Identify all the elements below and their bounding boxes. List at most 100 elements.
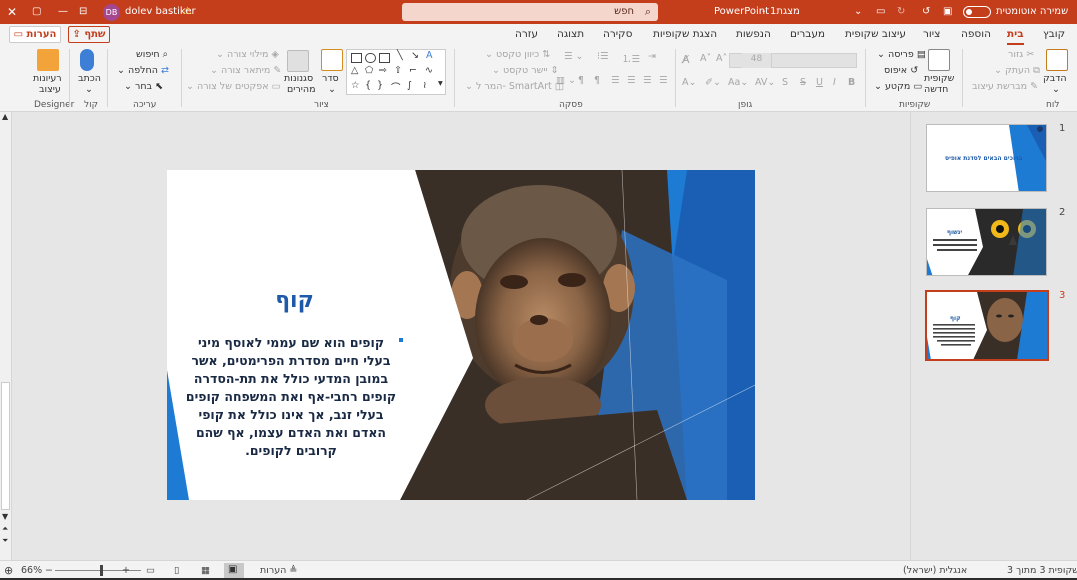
quick-styles-label-2[interactable]: מהירים <box>287 84 316 95</box>
text-direction-button[interactable]: ⌄ כיוון טקסט ⇅ <box>485 49 550 60</box>
scrollbar-thumb[interactable] <box>1 382 10 510</box>
smartart-button[interactable]: ⌄ המר ל- SmartArt ◫ <box>465 81 564 92</box>
tab-design[interactable]: עיצוב שקופית <box>845 24 906 45</box>
center-icon[interactable]: ☰ <box>643 75 652 86</box>
arrange-label[interactable]: סדר <box>322 73 339 84</box>
line-spacing-icon[interactable]: ☰ ⌄ <box>564 51 584 62</box>
tab-transitions[interactable]: מעברים <box>790 24 825 45</box>
tab-home[interactable]: בית <box>1007 24 1024 45</box>
copy-button[interactable]: ⌄ העתק ⧉ <box>994 65 1040 76</box>
elbow-connector-icon[interactable]: ⌐ <box>409 65 417 76</box>
select-button[interactable]: ⌄ בחר ⬉ <box>124 81 163 92</box>
tab-draw[interactable]: ציור <box>923 24 940 45</box>
autosave-toggle[interactable] <box>963 6 991 18</box>
minimize-icon[interactable]: — <box>58 0 68 24</box>
tab-animations[interactable]: הנפשות <box>736 24 771 45</box>
zoom-slider-thumb[interactable] <box>100 565 103 576</box>
paste-dropdown-icon[interactable]: ⌄ <box>1052 84 1060 95</box>
format-painter-button[interactable]: מברשת עיצוב ✎ <box>972 81 1038 92</box>
ribbon-display-icon[interactable]: ⊟ <box>79 0 87 24</box>
slide-body-text[interactable]: קופים הוא שם עממי לאוסף מיני בעלי חיים מ… <box>185 334 397 460</box>
highlight-icon[interactable]: ✐⌄ <box>705 77 721 88</box>
quick-styles-label-1[interactable]: סגנונות <box>284 73 313 84</box>
redo-icon[interactable]: ↻ <box>897 0 905 24</box>
close-icon[interactable]: ✕ <box>7 0 17 24</box>
up-arrow-shape-icon[interactable]: ⇧ <box>394 65 402 76</box>
scroll-up-icon[interactable]: ▲ <box>2 112 8 121</box>
restore-icon[interactable]: ▢ <box>32 0 41 24</box>
arrange-dropdown-icon[interactable]: ⌄ <box>328 84 336 95</box>
freeform-shape-icon[interactable]: ∫ <box>407 80 412 91</box>
replace-button[interactable]: ⌄ החלפה ⇄ <box>117 65 169 76</box>
align-right-icon[interactable]: ☰ <box>627 75 636 86</box>
increase-font-icon[interactable]: A˄ <box>716 53 727 64</box>
bullets-icon[interactable]: ⁝☰ <box>597 51 609 62</box>
clear-formatting-icon[interactable]: A̸ <box>682 53 690 66</box>
char-spacing-icon[interactable]: AV⌄ <box>755 77 775 88</box>
tab-help[interactable]: עזרה <box>515 24 538 45</box>
slide-thumbnails-pane[interactable]: 1 ברוכים הבאים לסדנת אופיס 2 ינשוף 3 קוף <box>910 112 1077 560</box>
vertical-scrollbar[interactable]: ▲ ▼ ⏶ ⏷ <box>0 112 12 560</box>
new-slide-label-1[interactable]: שקופית <box>924 73 954 84</box>
avatar[interactable]: DB <box>103 4 120 21</box>
next-slide-icon[interactable]: ⏷ <box>2 536 8 546</box>
textbox-shape-icon[interactable]: A <box>426 50 433 61</box>
share-button[interactable]: ⇪ שתף <box>68 26 110 43</box>
save-icon[interactable]: ▣ <box>943 0 952 24</box>
numbering-icon[interactable]: ⒈☰ <box>622 51 640 65</box>
slide-title[interactable]: קוף <box>207 288 382 313</box>
underline-button[interactable]: U <box>816 77 823 88</box>
normal-view-button[interactable]: ▣ <box>224 563 244 579</box>
designer-ideas-label-2[interactable]: עיצוב <box>39 84 61 95</box>
comments-button[interactable]: ▭ הערות <box>9 26 61 43</box>
decrease-font-icon[interactable]: A˅ <box>700 53 711 64</box>
bracket-shape-icon[interactable]: } <box>377 80 383 91</box>
line-shape-icon[interactable]: ╲ <box>397 50 403 61</box>
ltr-icon[interactable]: ¶ <box>594 75 600 86</box>
slide-thumbnail-1[interactable]: ברוכים הבאים לסדנת אופיס <box>926 124 1047 192</box>
triangle-shape-icon[interactable]: △ <box>351 65 358 76</box>
dictate-label[interactable]: הכתב <box>78 73 101 84</box>
tab-file[interactable]: קובץ <box>1043 24 1065 45</box>
designer-ideas-label-1[interactable]: רעיונות <box>33 73 62 84</box>
italic-button[interactable]: I <box>833 77 836 88</box>
rtl-icon[interactable]: ¶ <box>578 75 584 86</box>
slide-canvas[interactable]: קוף קופים הוא שם עממי לאוסף מיני בעלי חי… <box>167 170 755 500</box>
arrow-line-shape-icon[interactable]: ↘ <box>411 50 419 61</box>
shapes-more-icon[interactable]: ▾ <box>438 78 443 89</box>
cut-button[interactable]: גזור ✂ <box>1008 49 1034 60</box>
layout-button[interactable]: ⌄ פריסה ▤ <box>877 49 926 60</box>
pentagon-shape-icon[interactable]: ⬠ <box>365 65 373 76</box>
dictate-dropdown-icon[interactable]: ⌄ <box>85 84 93 95</box>
shadow-icon[interactable]: S <box>782 77 788 88</box>
oval-shape-icon[interactable] <box>365 53 376 63</box>
rectangle-shape-icon[interactable] <box>351 53 362 63</box>
prev-slide-icon[interactable]: ⏶ <box>2 524 8 534</box>
align-text-button[interactable]: ⌄ יישר טקסט ⇕ <box>492 65 559 76</box>
change-case-icon[interactable]: Aa⌄ <box>728 77 748 88</box>
paste-label[interactable]: הדבק <box>1043 73 1067 84</box>
new-slide-label-2[interactable]: חדשה <box>924 84 948 95</box>
scroll-down-icon[interactable]: ▼ <box>2 512 8 521</box>
shape-effects-button[interactable]: ⌄ אפקטים של צורה ▭ <box>186 81 281 92</box>
tab-insert[interactable]: הוספה <box>961 24 991 45</box>
justify-icon[interactable]: ☰ <box>611 75 620 86</box>
tab-slideshow[interactable]: הצגת שקופיות <box>653 24 717 45</box>
slide-thumbnail-3[interactable]: קוף <box>925 290 1049 361</box>
right-arrow-shape-icon[interactable]: ⇨ <box>379 65 387 76</box>
shapes-gallery[interactable]: ╲ ↘ A △ ⬠ ⇨ ⇧ ⌐ ∿ ☆ { } ⌒ ∫ ≀ ▾ <box>346 49 446 95</box>
document-name[interactable]: מצגת1 <box>770 0 800 24</box>
customize-toolbar-icon[interactable]: ⌄ <box>854 0 862 24</box>
curve-connector-icon[interactable]: ∿ <box>425 65 433 76</box>
strikethrough-button[interactable]: S <box>800 77 806 88</box>
align-left-icon[interactable]: ☰ <box>659 75 668 86</box>
tab-review[interactable]: סקירה <box>603 24 632 45</box>
font-size-input[interactable]: 48 <box>742 53 772 68</box>
bold-button[interactable]: B <box>848 77 855 88</box>
find-button[interactable]: חיפוש ⌕ <box>136 49 168 60</box>
shape-fill-button[interactable]: ⌄ מילוי צורה ◈ <box>216 49 279 60</box>
search-input[interactable]: חפש ⌕ <box>402 3 658 21</box>
reset-button[interactable]: איפוס ↺ <box>884 65 918 76</box>
star-shape-icon[interactable]: ☆ <box>351 80 360 91</box>
brace-shape-icon[interactable]: { <box>365 80 371 91</box>
